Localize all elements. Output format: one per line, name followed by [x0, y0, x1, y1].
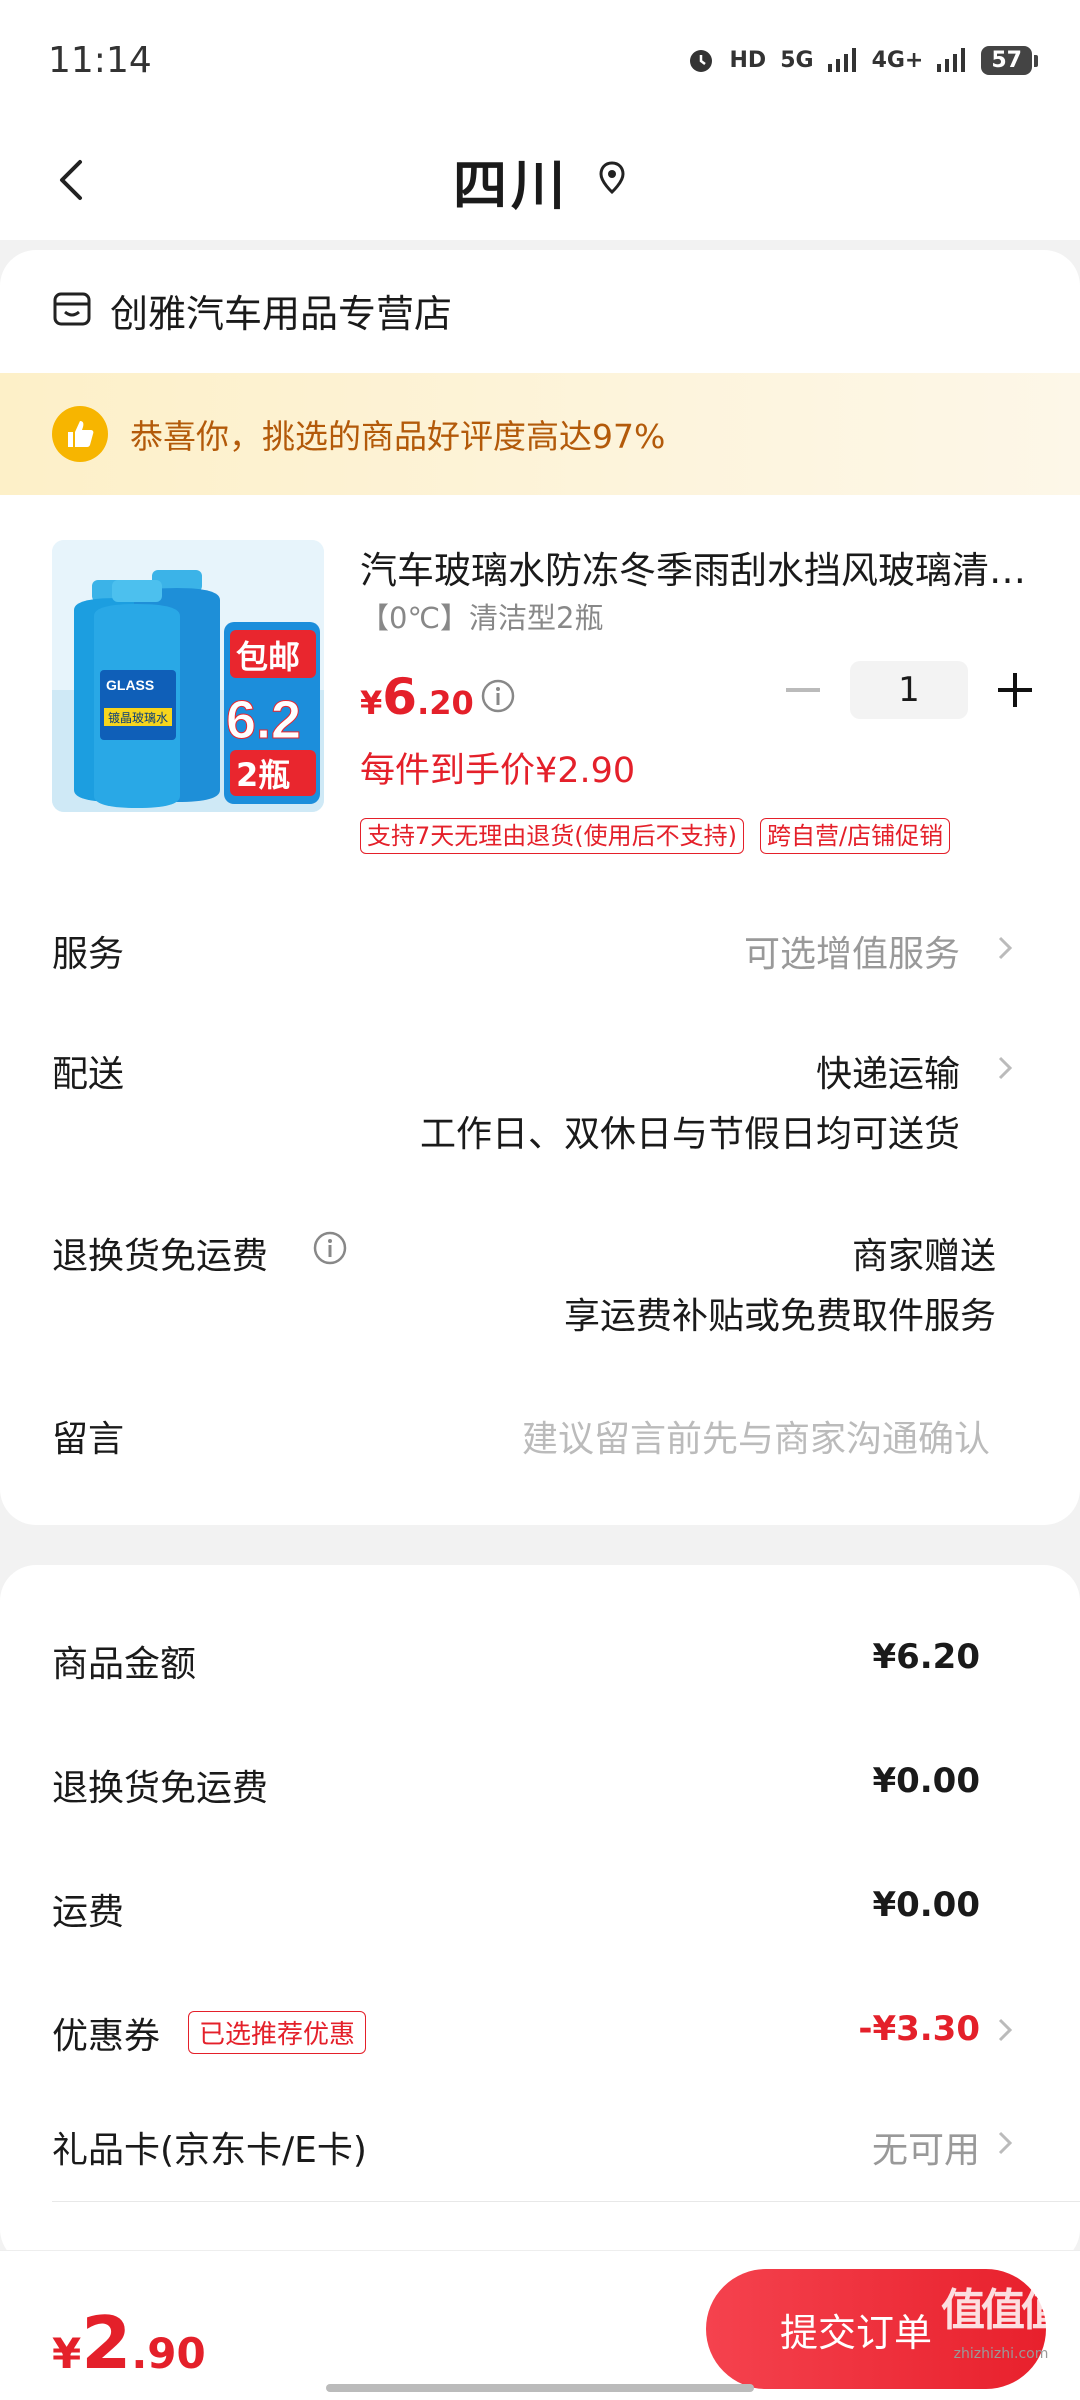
decrease-button[interactable]	[778, 665, 828, 715]
price-summary-card: 商品金额 ¥6.20 退换货免运费 ¥0.00 运费 ¥0.00 优惠券 已选推…	[0, 1565, 1080, 2265]
product-title[interactable]: 汽车玻璃水防冻冬季雨刮水挡风玻璃清洁剂	[360, 540, 1040, 594]
giftcard-value[interactable]: 无可用	[872, 2121, 980, 2173]
nav-bar: 四川	[0, 120, 1080, 240]
network-4g-icon: 4G+	[871, 47, 924, 73]
store-row[interactable]: 创雅汽车用品专营店	[52, 280, 452, 340]
product-spec[interactable]: 【0℃】清洁型2瓶	[360, 595, 603, 637]
network-5g-icon: 5G	[780, 47, 814, 73]
status-time: 11:14	[48, 39, 152, 81]
giftcard-label: 礼品卡(京东卡/E卡)	[52, 2130, 367, 2171]
service-value[interactable]: 可选增值服务	[744, 925, 960, 977]
watermark-url: zhizhizhi.com	[953, 2346, 1049, 2362]
rating-banner: 恭喜你，挑选的商品好评度高达97%	[0, 373, 1080, 495]
checkout-bar: ¥ 2 .90 提交订单	[0, 2250, 1080, 2400]
bottle-sublabel: 镀晶玻璃水	[108, 711, 168, 725]
store-name: 创雅汽车用品专营店	[110, 291, 453, 336]
alarm-icon	[686, 45, 716, 75]
chevron-right-icon[interactable]	[994, 1050, 1018, 1086]
delivery-label: 配送	[52, 1054, 125, 1095]
chevron-right-icon[interactable]	[994, 930, 1018, 966]
total-price: ¥ 2 .90	[52, 2301, 206, 2385]
status-bar: 11:14 HD 5G 4G+ 57	[0, 0, 1080, 120]
location-selector[interactable]: 四川	[0, 140, 1080, 220]
badge-free-shipping: 包邮	[236, 638, 300, 676]
shipping-fee-label: 运费	[52, 1892, 125, 1933]
return-fee-value: ¥0.00	[872, 1761, 980, 1801]
home-indicator[interactable]	[326, 2384, 754, 2392]
service-label: 服务	[52, 934, 125, 975]
price-currency: ¥	[360, 684, 383, 722]
total-currency: ¥	[52, 2329, 82, 2378]
signal-icon-2	[937, 48, 967, 72]
product-image[interactable]: GLASS 镀晶玻璃水 包邮 6.2 2瓶	[52, 540, 324, 812]
increase-button[interactable]	[990, 665, 1040, 715]
status-icons: HD 5G 4G+ 57	[686, 45, 1038, 75]
goods-amount-value: ¥6.20	[872, 1637, 980, 1677]
price-decimal: .20	[417, 684, 474, 722]
price-info-icon[interactable]	[480, 678, 516, 714]
order-card: 创雅汽车用品专营店 恭喜你，挑选的商品好评度高达97% GLASS 镀晶玻璃水	[0, 250, 1080, 1525]
product-tags: 支持7天无理由退货(使用后不支持) 跨自营/店铺促销	[360, 818, 951, 854]
tag-promotion: 跨自营/店铺促销	[760, 818, 951, 854]
return-shipping-subtext: 享运费补贴或免费取件服务	[563, 1296, 996, 1337]
store-icon	[52, 288, 92, 332]
watermark-logo: 值值值 zhizhizhi.com	[936, 2258, 1066, 2378]
total-decimal: .90	[131, 2329, 206, 2378]
delivery-subtext: 工作日、双休日与节假日均可送货	[419, 1114, 960, 1155]
thumbs-up-icon	[52, 406, 108, 462]
divider	[52, 2201, 1080, 2202]
unit-price: 每件到手价¥2.90	[360, 751, 636, 791]
price-integer: 6	[382, 668, 418, 726]
coupon-badge: 已选推荐优惠	[188, 2011, 367, 2054]
badge-price: 6.2	[226, 690, 301, 750]
rating-text: 恭喜你，挑选的商品好评度高达97%	[130, 417, 666, 456]
chevron-right-icon[interactable]	[994, 2125, 1018, 2161]
badge-qty: 2瓶	[236, 756, 290, 794]
watermark-text: 值值值	[941, 2285, 1065, 2336]
return-info-icon[interactable]	[312, 1230, 348, 1270]
product-price: ¥ 6 .20	[360, 668, 474, 726]
bottle-label: GLASS	[106, 677, 154, 693]
hd-icon: HD	[729, 47, 767, 73]
return-shipping-value: 商家赠送	[851, 1236, 996, 1277]
quantity-value[interactable]: 1	[850, 661, 968, 719]
chevron-right-icon[interactable]	[994, 2012, 1018, 2048]
message-input[interactable]: 建议留言前先与商家沟通确认	[522, 1410, 990, 1462]
delivery-value[interactable]: 快递运输	[816, 1045, 960, 1097]
page-title: 四川	[453, 153, 569, 217]
quantity-stepper: 1	[778, 660, 1040, 720]
goods-amount-label: 商品金额	[52, 1644, 197, 1685]
location-pin-icon	[597, 160, 627, 200]
return-fee-label: 退换货免运费	[52, 1768, 269, 1809]
return-shipping-label: 退换货免运费	[52, 1236, 269, 1277]
battery-icon: 57	[981, 45, 1038, 75]
coupon-value[interactable]: -¥3.30	[858, 2009, 980, 2049]
message-label: 留言	[52, 1419, 125, 1460]
total-integer: 2	[81, 2301, 132, 2385]
coupon-label: 优惠券	[52, 2016, 161, 2057]
signal-icon	[827, 48, 858, 72]
shipping-fee-value: ¥0.00	[872, 1885, 980, 1925]
tag-return-policy: 支持7天无理由退货(使用后不支持)	[360, 818, 744, 854]
